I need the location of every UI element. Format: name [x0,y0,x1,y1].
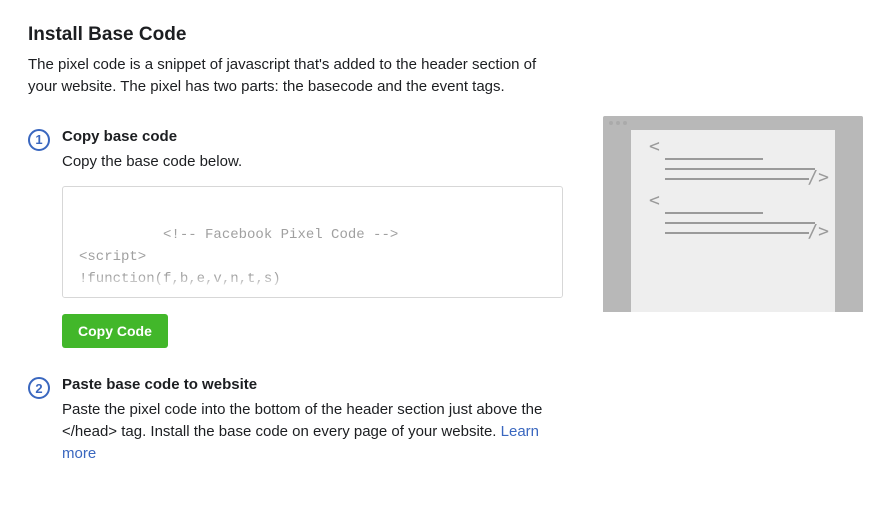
browser-content-panel: < /> < [631,130,835,312]
page-title: Install Base Code [28,24,563,46]
step-2-text: Paste the pixel code into the bottom of … [62,399,563,464]
step-2-title: Paste base code to website [62,376,563,393]
browser-window-icon: < /> < [603,116,863,312]
step-2-text-body: Paste the pixel code into the bottom of … [62,401,542,440]
close-angle-icon: /> [807,221,829,242]
browser-right-gutter [835,130,863,312]
close-angle-icon: /> [807,167,829,188]
open-angle-icon: < [649,136,660,157]
browser-chrome-bar [603,116,863,130]
illus-code-block-1: < /> [651,144,815,180]
code-snippet-box[interactable]: <!-- Facebook Pixel Code --> <script> !f… [62,186,563,298]
open-angle-icon: < [649,190,660,211]
step-1-text: Copy the base code below. [62,151,563,173]
illustration: < /> < [603,116,863,507]
step-number-2: 2 [28,377,50,399]
step-2: 2 Paste base code to website Paste the p… [28,376,563,478]
code-fade-overlay [63,275,562,297]
illus-code-block-2: < /> [651,198,815,234]
copy-code-button[interactable]: Copy Code [62,314,168,348]
step-1: 1 Copy base code Copy the base code belo… [28,128,563,349]
page-description: The pixel code is a snippet of javascrip… [28,54,563,98]
step-1-title: Copy base code [62,128,563,145]
step-number-1: 1 [28,129,50,151]
browser-left-gutter [603,130,631,312]
